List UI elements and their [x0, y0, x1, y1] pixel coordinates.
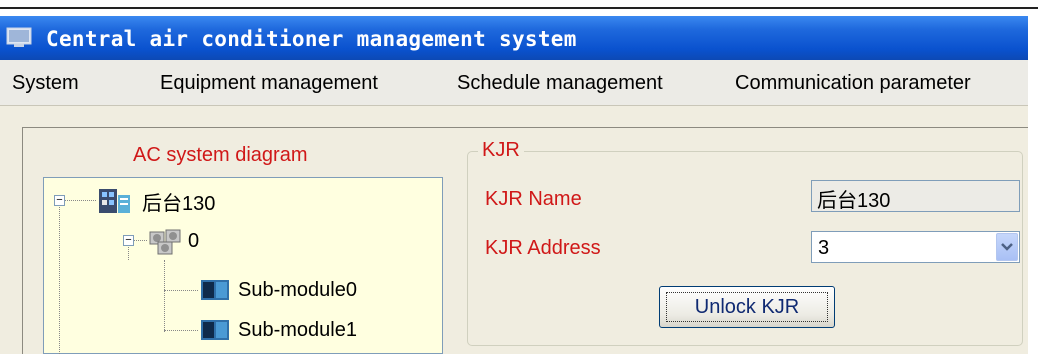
window-title: Central air conditioner management syste… — [46, 27, 577, 51]
menu-bar: System Equipment management Schedule man… — [0, 60, 1028, 106]
collapse-root-toggle[interactable]: − — [54, 195, 65, 206]
unlock-kjr-label: Unlock KJR — [666, 292, 828, 322]
tree-connector — [164, 260, 165, 332]
title-bar[interactable]: Central air conditioner management syste… — [0, 16, 1028, 60]
ac-units-icon — [149, 229, 181, 255]
tree-connector — [64, 200, 96, 201]
top-divider — [0, 7, 1038, 9]
tree-connector — [59, 200, 60, 354]
app-window-icon — [6, 27, 32, 47]
tree-connector — [133, 240, 147, 241]
tree-node-child-label: 0 — [188, 229, 200, 252]
ac-system-tree[interactable]: − 后台130 − 0 Sub-module0 Sub-module1 — [43, 177, 443, 354]
chevron-down-icon — [1001, 243, 1013, 251]
menu-system[interactable]: System — [12, 72, 79, 95]
menu-communication-parameter[interactable]: Communication parameter — [735, 72, 971, 95]
building-icon — [99, 189, 130, 213]
tree-node-root-label: 后台130 — [142, 192, 216, 215]
kjr-name-field: 后台130 — [811, 180, 1020, 212]
outdoor-unit-icon — [201, 280, 229, 300]
tree-node-submodule1-label: Sub-module1 — [238, 318, 357, 341]
outdoor-unit-icon — [201, 320, 229, 340]
tree-node-submodule1[interactable]: Sub-module1 — [200, 315, 357, 345]
kjr-address-select[interactable]: 3 — [811, 231, 1020, 263]
tree-node-child[interactable]: 0 — [148, 226, 199, 256]
tree-node-submodule0-label: Sub-module0 — [238, 278, 357, 301]
kjr-group-title: KJR — [478, 139, 524, 162]
kjr-address-label: KJR Address — [485, 237, 601, 259]
tree-connector — [164, 290, 198, 291]
tree-node-submodule0[interactable]: Sub-module0 — [200, 275, 357, 305]
tree-connector — [164, 330, 198, 331]
unlock-kjr-button[interactable]: Unlock KJR — [659, 286, 835, 328]
diagram-title: AC system diagram — [133, 144, 308, 166]
collapse-child-toggle[interactable]: − — [123, 235, 134, 246]
kjr-name-label: KJR Name — [485, 188, 582, 210]
kjr-address-value: 3 — [818, 237, 830, 259]
menu-schedule-management[interactable]: Schedule management — [457, 72, 663, 95]
menu-equipment-management[interactable]: Equipment management — [160, 72, 378, 95]
address-dropdown-button[interactable] — [996, 233, 1018, 261]
tree-node-root[interactable]: 后台130 — [98, 186, 215, 216]
